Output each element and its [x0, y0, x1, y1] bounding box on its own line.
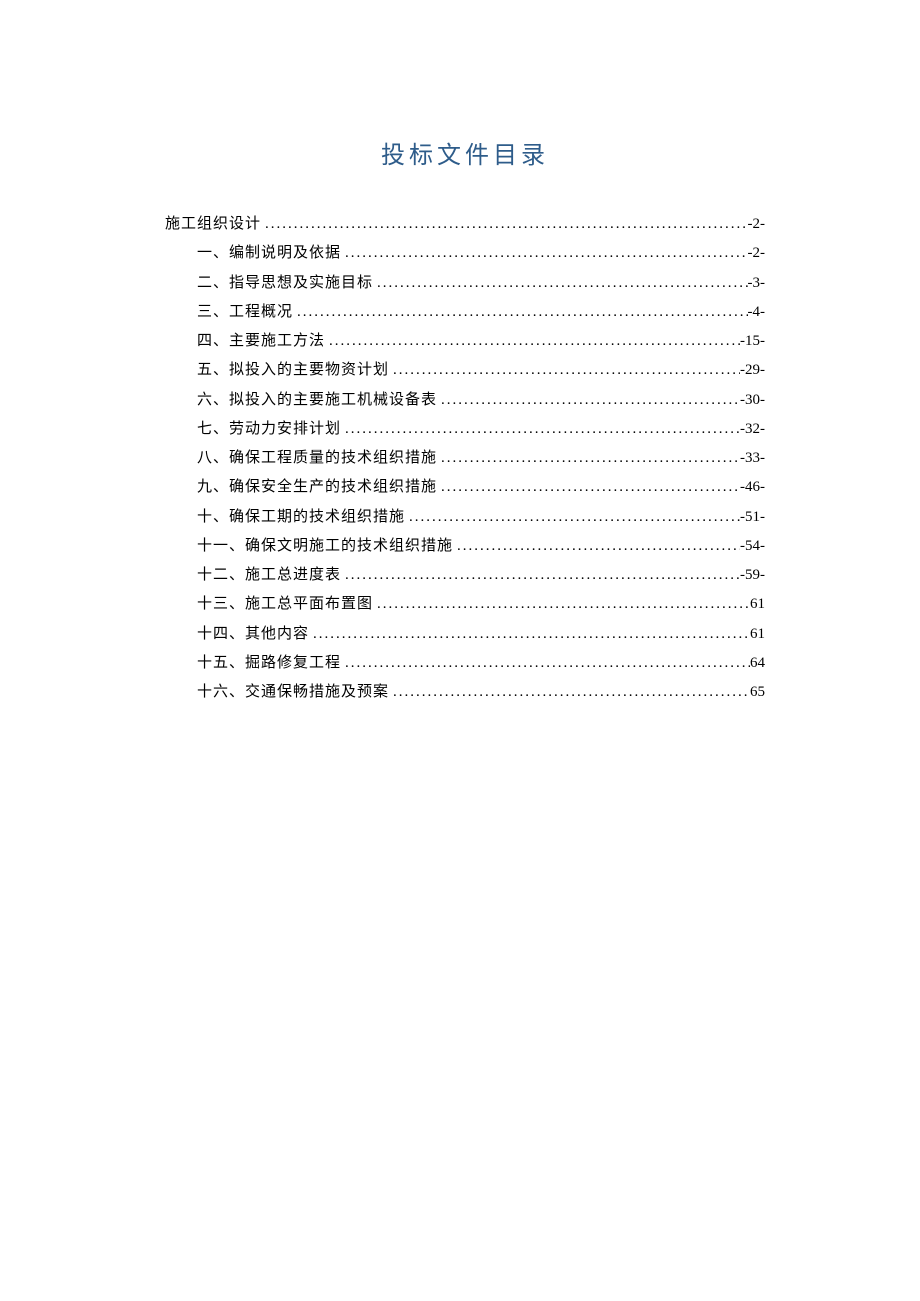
- toc-item-label: 七、劳动力安排计划: [197, 415, 341, 444]
- toc-item-label: 四、主要施工方法: [197, 327, 325, 356]
- toc-item-label: 九、确保安全生产的技术组织措施: [197, 473, 437, 502]
- toc-item: 十六、交通保畅措施及预案 65: [165, 678, 765, 707]
- toc-item-dots: [389, 356, 740, 385]
- toc-item: 施工组织设计 -2-: [165, 210, 765, 239]
- toc-item-dots: [453, 532, 740, 561]
- toc-item-label: 一、编制说明及依据: [197, 239, 341, 268]
- toc-item-page: -29-: [740, 356, 765, 385]
- toc-item-page: 61: [750, 590, 765, 619]
- toc-item: 一、编制说明及依据 -2-: [165, 239, 765, 268]
- toc-item: 十、确保工期的技术组织措施 -51-: [165, 503, 765, 532]
- toc-item-page: -33-: [740, 444, 765, 473]
- toc-item-page: -4-: [748, 298, 766, 327]
- toc-item-dots: [437, 444, 740, 473]
- toc-item: 二、指导思想及实施目标 -3-: [165, 269, 765, 298]
- toc-item: 十五、掘路修复工程 64: [165, 649, 765, 678]
- toc-item-dots: [293, 298, 747, 327]
- toc-item-page: -3-: [748, 269, 766, 298]
- toc-item-page: -2-: [748, 210, 766, 239]
- toc-item-label: 十六、交通保畅措施及预案: [197, 678, 389, 707]
- toc-item-label: 六、拟投入的主要施工机械设备表: [197, 386, 437, 415]
- toc-item-dots: [341, 561, 740, 590]
- toc-item-label: 十三、施工总平面布置图: [197, 590, 373, 619]
- toc-item-page: -32-: [740, 415, 765, 444]
- toc-item-dots: [437, 386, 740, 415]
- toc-item-label: 十一、确保文明施工的技术组织措施: [197, 532, 453, 561]
- toc-item-page: 64: [750, 649, 765, 678]
- toc-item: 五、拟投入的主要物资计划 -29-: [165, 356, 765, 385]
- toc-item: 十三、施工总平面布置图 61: [165, 590, 765, 619]
- toc-item: 十四、其他内容 61: [165, 620, 765, 649]
- toc-item: 十一、确保文明施工的技术组织措施 -54-: [165, 532, 765, 561]
- toc-item: 十二、施工总进度表 -59-: [165, 561, 765, 590]
- toc-item-dots: [341, 239, 747, 268]
- toc-item-label: 二、指导思想及实施目标: [197, 269, 373, 298]
- table-of-contents: 施工组织设计-2-一、编制说明及依据 -2-二、指导思想及实施目标 -3-三、工…: [165, 210, 765, 707]
- toc-item: 四、主要施工方法 -15-: [165, 327, 765, 356]
- toc-item-page: 61: [750, 620, 765, 649]
- toc-item-dots: [261, 210, 747, 239]
- toc-item: 八、确保工程质量的技术组织措施 -33-: [165, 444, 765, 473]
- toc-item-dots: [309, 620, 750, 649]
- toc-item: 三、工程概况 -4-: [165, 298, 765, 327]
- toc-item: 六、拟投入的主要施工机械设备表 -30-: [165, 386, 765, 415]
- toc-item-dots: [341, 415, 740, 444]
- toc-item: 九、确保安全生产的技术组织措施 -46-: [165, 473, 765, 502]
- toc-item-label: 十二、施工总进度表: [197, 561, 341, 590]
- toc-item-dots: [373, 269, 747, 298]
- toc-item-page: -51-: [740, 503, 765, 532]
- toc-item-page: -2-: [748, 239, 766, 268]
- toc-item-label: 施工组织设计: [165, 210, 261, 239]
- toc-item-dots: [341, 649, 750, 678]
- toc-item-page: -15-: [740, 327, 765, 356]
- toc-item: 七、劳动力安排计划 -32-: [165, 415, 765, 444]
- toc-item-page: -59-: [740, 561, 765, 590]
- toc-item-dots: [437, 473, 740, 502]
- toc-item-label: 八、确保工程质量的技术组织措施: [197, 444, 437, 473]
- toc-item-page: -30-: [740, 386, 765, 415]
- toc-item-label: 十四、其他内容: [197, 620, 309, 649]
- toc-item-dots: [405, 503, 740, 532]
- toc-item-dots: [389, 678, 750, 707]
- toc-item-page: 65: [750, 678, 765, 707]
- toc-item-label: 三、工程概况: [197, 298, 293, 327]
- toc-item-dots: [325, 327, 740, 356]
- toc-item-label: 十、确保工期的技术组织措施: [197, 503, 405, 532]
- toc-item-dots: [373, 590, 750, 619]
- toc-item-label: 五、拟投入的主要物资计划: [197, 356, 389, 385]
- toc-item-label: 十五、掘路修复工程: [197, 649, 341, 678]
- toc-item-page: -54-: [740, 532, 765, 561]
- document-title: 投标文件目录: [165, 135, 765, 170]
- toc-item-page: -46-: [740, 473, 765, 502]
